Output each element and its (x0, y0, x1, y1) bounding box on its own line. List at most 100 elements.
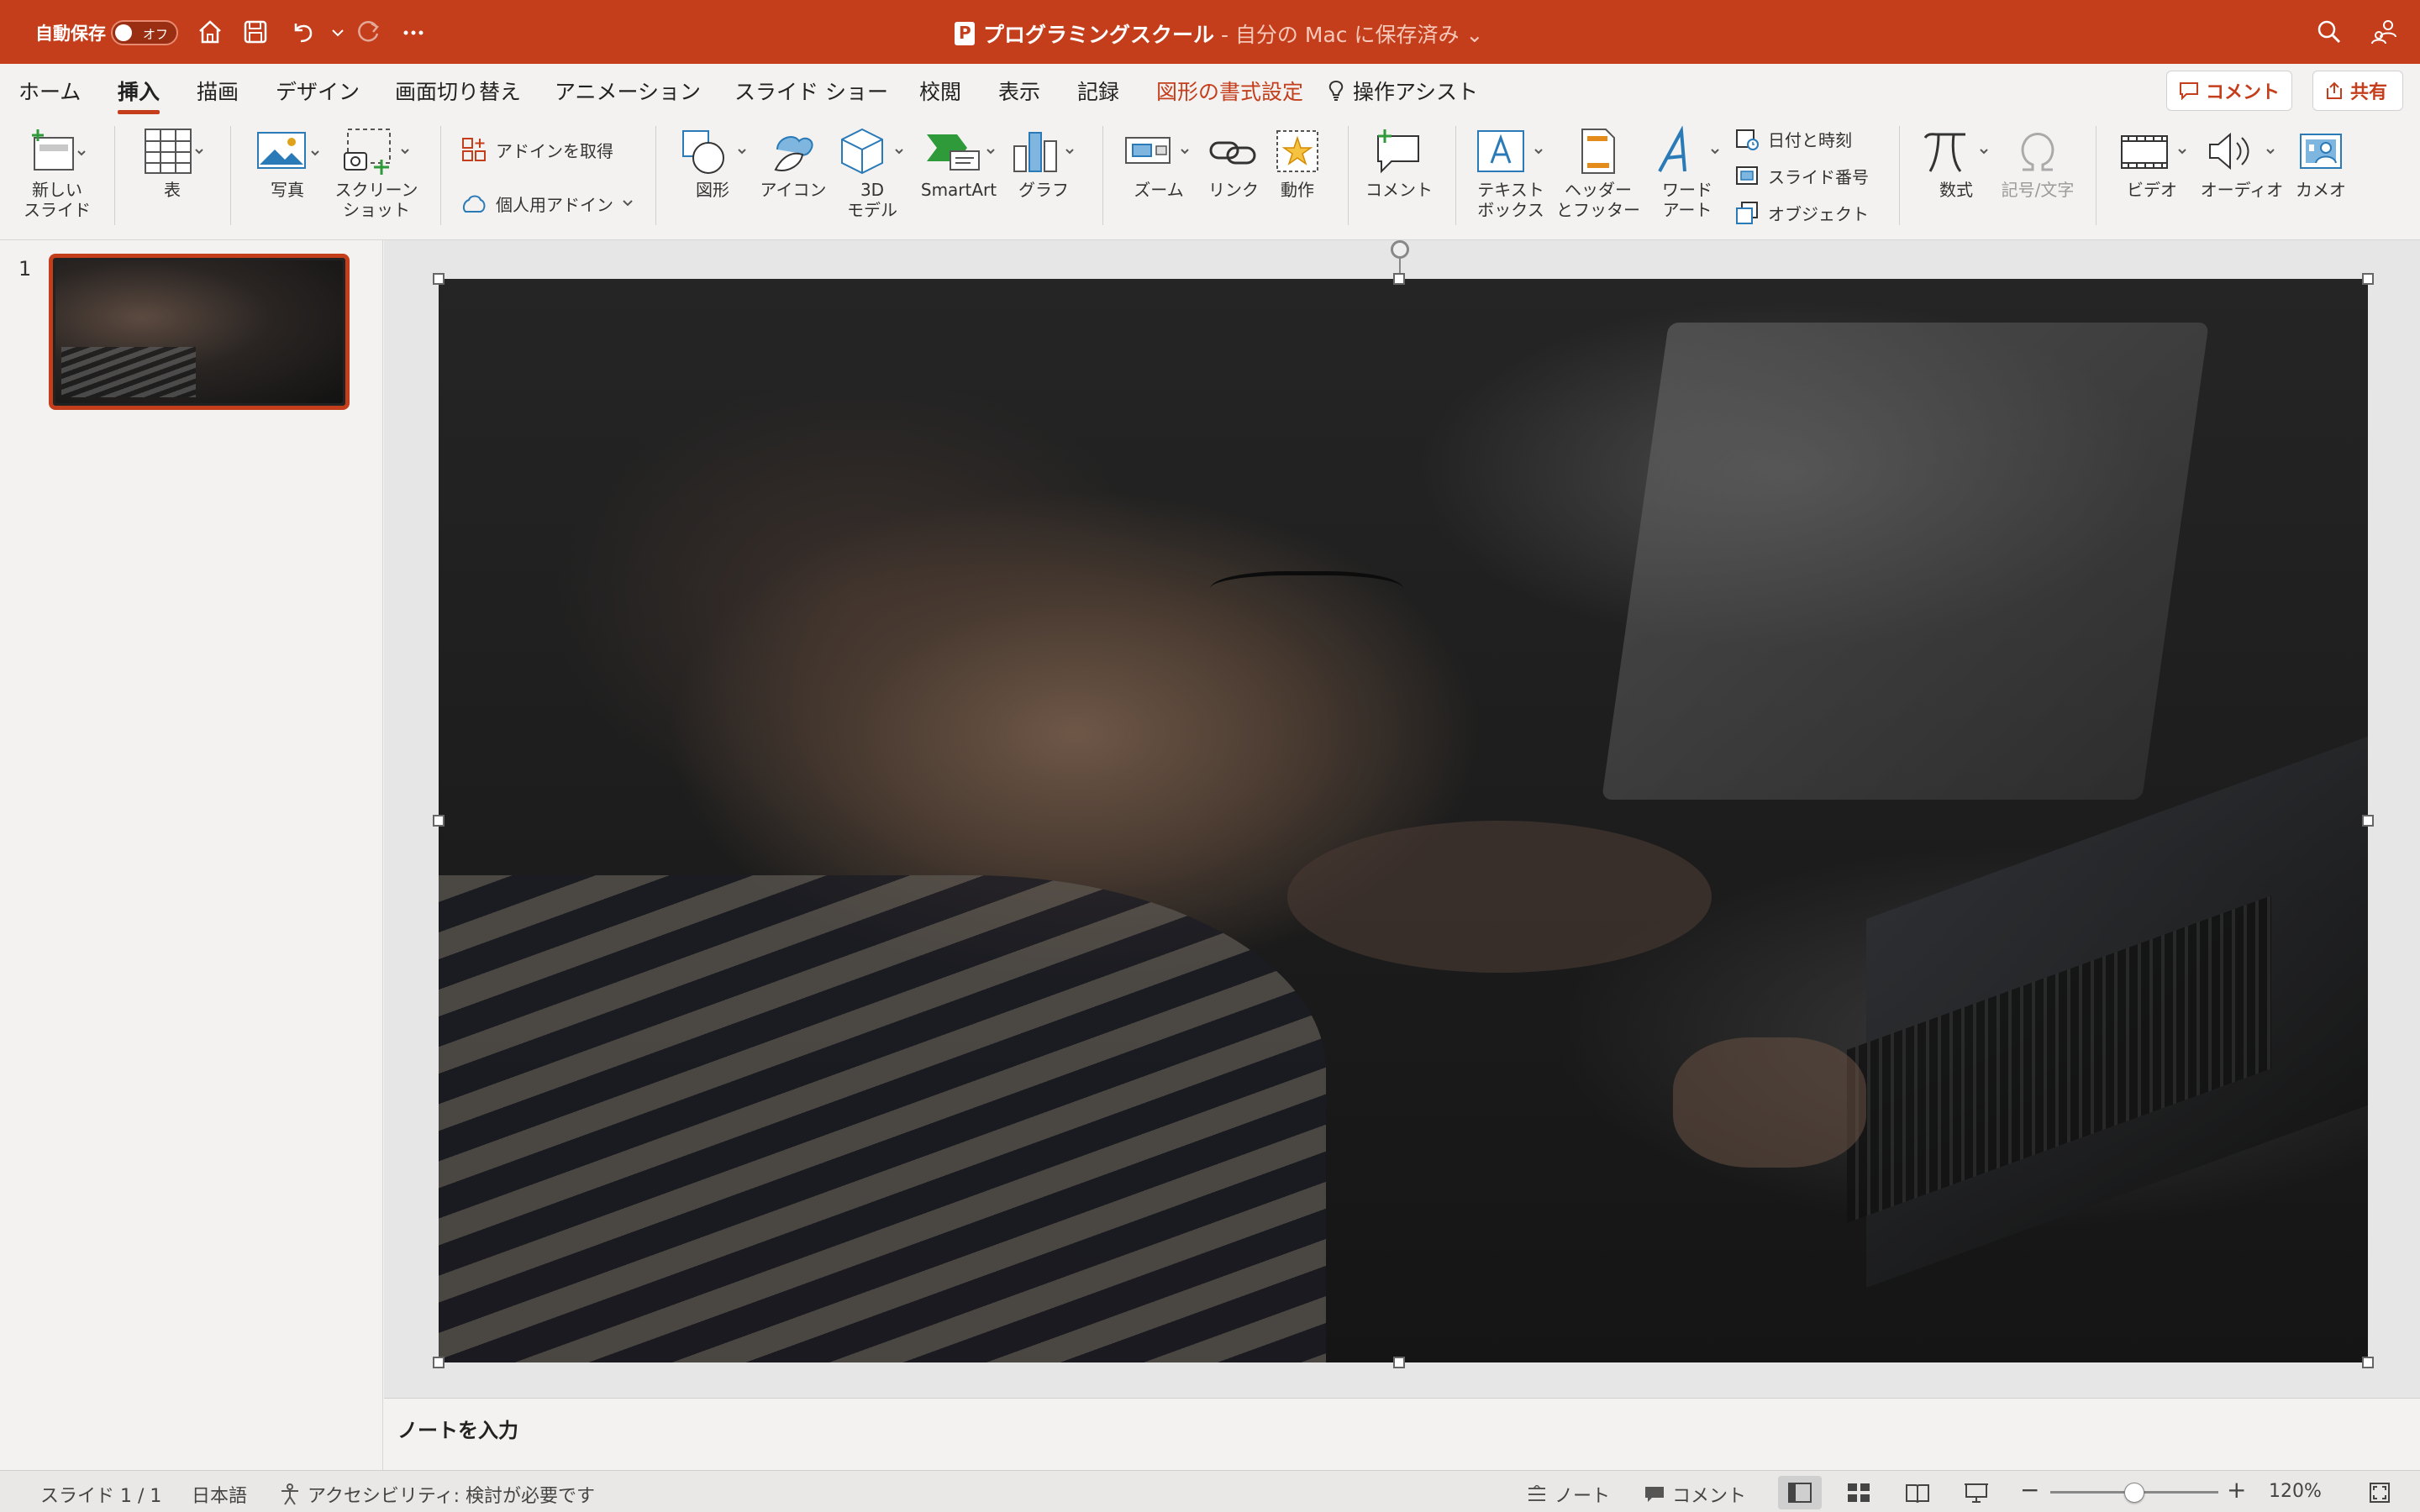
my-addins-label: 個人用アドイン (496, 194, 613, 215)
tab-shape-format[interactable]: 図形の書式設定 (1156, 76, 1303, 106)
icons-button[interactable]: アイコン (755, 126, 832, 200)
object-button[interactable]: オブジェクト (1734, 200, 1869, 225)
cameo-button[interactable]: カメオ (2286, 126, 2356, 200)
shapes-label: 図形 (696, 180, 729, 200)
action-button[interactable]: 動作 (1265, 126, 1329, 200)
get-addins-button[interactable]: アドインを取得 (460, 136, 613, 163)
search-icon[interactable] (2314, 17, 2344, 47)
language-indicator[interactable]: 日本語 (192, 1481, 247, 1508)
resize-handle-top[interactable] (1393, 273, 1405, 285)
slide-thumbnail-pane: 1 (0, 240, 383, 1470)
slide-sorter-button[interactable] (1837, 1476, 1881, 1509)
resize-handle-left[interactable] (433, 815, 445, 827)
thumbnail-photo-detail (61, 347, 196, 397)
slide-thumbnail[interactable] (49, 254, 350, 410)
zoom-label: ズーム (1134, 180, 1184, 200)
tab-transitions[interactable]: 画面切り替え (395, 76, 521, 106)
wordart-icon (1658, 126, 1719, 172)
slide-picture[interactable] (439, 279, 2368, 1362)
tab-insert[interactable]: 挿入 (118, 76, 160, 114)
symbol-button[interactable]: 記号/文字 (1996, 126, 2079, 200)
3d-models-label-1: 3D (860, 180, 885, 200)
resize-handle-bottom-left[interactable] (433, 1357, 445, 1368)
resize-handle-bottom-right[interactable] (2362, 1357, 2374, 1368)
3d-models-button[interactable]: 3D モデル (832, 126, 913, 220)
document-title[interactable]: プログラミングスクール - 自分の Mac に保存済み ⌄ (955, 18, 1483, 49)
slide-number-button[interactable]: スライド番号 (1734, 163, 1869, 188)
fit-to-window-button[interactable] (2358, 1476, 2402, 1509)
undo-icon[interactable] (287, 17, 318, 47)
tab-home[interactable]: ホーム (18, 76, 81, 106)
autosave-toggle[interactable]: オフ (111, 20, 178, 45)
notes-toggle-button[interactable]: ノート (1526, 1481, 1610, 1508)
slideshow-view-button[interactable] (1954, 1476, 1998, 1509)
screenshot-button[interactable]: スクリーン ショット (333, 126, 420, 220)
new-slide-button[interactable]: 新しい スライド (17, 126, 97, 220)
home-icon[interactable] (195, 17, 225, 47)
symbol-label: 記号/文字 (2001, 180, 2075, 200)
shapes-icon (682, 130, 746, 174)
header-footer-button[interactable]: ヘッダー とフッター (1551, 126, 1645, 220)
comments-button[interactable]: コメント (2166, 71, 2292, 111)
title-chevron-icon: ⌄ (1465, 23, 1484, 47)
tab-draw[interactable]: 描画 (197, 76, 239, 106)
photo-hand (1673, 1037, 1867, 1168)
rotation-handle[interactable] (1391, 240, 1409, 259)
zoom-in-icon[interactable]: + (2227, 1476, 2246, 1504)
wordart-button[interactable]: ワード アート (1647, 126, 1728, 220)
normal-view-button[interactable] (1778, 1476, 1822, 1509)
resize-handle-bottom[interactable] (1393, 1357, 1405, 1368)
video-button[interactable]: ビデオ (2107, 126, 2196, 200)
undo-dropdown-icon[interactable] (323, 17, 344, 47)
notes-pane[interactable]: ノートを入力 (384, 1398, 2420, 1470)
chart-button[interactable]: グラフ (1005, 126, 1082, 200)
slide-canvas (384, 240, 2420, 1398)
share-button[interactable]: 共有 (2312, 71, 2403, 111)
zoom-level[interactable]: 120% (2269, 1481, 2322, 1502)
omega-icon (2021, 133, 2054, 171)
photo-glasses (1210, 571, 1403, 615)
accessibility-checker[interactable]: アクセシビリティ: 検討が必要です (279, 1481, 595, 1508)
new-comment-button[interactable]: コメント (1361, 126, 1437, 200)
smartart-button[interactable]: SmartArt (913, 126, 1005, 200)
textbox-button[interactable]: テキスト ボックス (1469, 126, 1553, 220)
resize-handle-top-left[interactable] (433, 273, 445, 285)
table-button[interactable]: 表 (134, 126, 210, 200)
tab-view[interactable]: 表示 (998, 76, 1040, 106)
save-icon[interactable] (240, 17, 271, 47)
object-icon (1736, 202, 1758, 224)
audio-button[interactable]: オーディオ (2196, 126, 2287, 200)
tab-review[interactable]: 校閲 (919, 76, 961, 106)
autosave-label: 自動保存 (35, 24, 106, 44)
link-button[interactable]: リンク (1200, 126, 1267, 200)
ribbon-divider (655, 126, 656, 225)
icons-icon (774, 136, 813, 171)
resize-handle-right[interactable] (2362, 815, 2374, 827)
zoom-button[interactable]: ズーム (1118, 126, 1200, 200)
action-icon (1276, 130, 1318, 172)
redo-icon[interactable] (353, 17, 383, 47)
tab-tell-me[interactable]: 操作アシスト (1328, 76, 1478, 106)
zoom-slider-knob[interactable] (2124, 1483, 2144, 1503)
resize-handle-top-right[interactable] (2362, 273, 2374, 285)
shapes-button[interactable]: 図形 (672, 126, 753, 200)
tab-design[interactable]: デザイン (276, 76, 360, 106)
tab-record[interactable]: 記録 (1077, 76, 1119, 106)
autosave-state: オフ (143, 27, 169, 42)
tab-slideshow[interactable]: スライド ショー (734, 76, 888, 106)
comments-toggle-button[interactable]: コメント (1644, 1481, 1746, 1508)
equation-button[interactable]: 数式 (1916, 126, 1996, 200)
get-addins-label: アドインを取得 (496, 140, 613, 161)
pictures-button[interactable]: 写真 (249, 126, 326, 200)
account-icon[interactable] (2370, 17, 2400, 47)
my-addins-button[interactable]: 個人用アドイン (460, 190, 634, 217)
reading-view-button[interactable] (1896, 1476, 1939, 1509)
more-options-icon[interactable] (398, 17, 429, 47)
save-status: - 自分の Mac に保存済み (1214, 23, 1460, 47)
date-time-button[interactable]: 日付と時刻 (1734, 126, 1852, 151)
audio-label: オーディオ (2200, 180, 2284, 200)
zoom-out-icon[interactable]: − (2020, 1476, 2039, 1504)
textbox-icon (1477, 130, 1543, 172)
photo-laptop-back (1601, 322, 2209, 800)
tab-animations[interactable]: アニメーション (555, 76, 701, 106)
